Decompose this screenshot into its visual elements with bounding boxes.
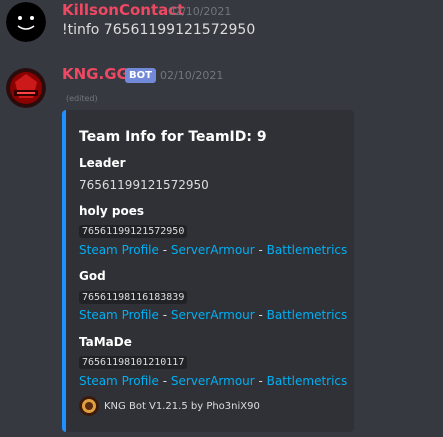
- kng-bot-footer-icon: [79, 396, 99, 416]
- message-content: !tinfo 76561199121572950: [62, 22, 256, 38]
- member-links: Steam Profile - ServerArmour - Battlemet…: [79, 374, 347, 388]
- member-steamid: 76561199121572950: [79, 225, 188, 238]
- bot-avatar-icon[interactable]: [6, 68, 46, 108]
- serverarmour-link[interactable]: ServerArmour: [171, 243, 255, 257]
- steam-profile-link[interactable]: Steam Profile: [79, 374, 159, 388]
- embed-accent-bar: [62, 110, 66, 432]
- bot-badge: BOT: [125, 68, 156, 83]
- member-steamid: 76561198101210117: [79, 356, 188, 369]
- link-separator: -: [254, 374, 267, 388]
- member-name: holy poes: [79, 204, 145, 218]
- team-info-embed: Team Info for TeamID: 9 Leader 765611991…: [62, 110, 354, 432]
- message-author[interactable]: KillsonContact: [62, 1, 184, 19]
- field-value-leader: 76561199121572950: [79, 178, 209, 192]
- serverarmour-link[interactable]: ServerArmour: [171, 374, 255, 388]
- user-avatar-icon[interactable]: [6, 2, 46, 42]
- link-separator: -: [254, 243, 267, 257]
- battlemetrics-link[interactable]: Battlemetrics: [267, 374, 348, 388]
- embed-title: Team Info for TeamID: 9: [79, 129, 267, 145]
- link-separator: -: [158, 243, 171, 257]
- link-separator: -: [158, 374, 171, 388]
- steam-profile-link[interactable]: Steam Profile: [79, 308, 159, 322]
- steam-profile-link[interactable]: Steam Profile: [79, 243, 159, 257]
- link-separator: -: [158, 308, 171, 322]
- battlemetrics-link[interactable]: Battlemetrics: [267, 243, 348, 257]
- member-name: God: [79, 269, 106, 283]
- member-links: Steam Profile - ServerArmour - Battlemet…: [79, 308, 347, 322]
- embed-footer-text: KNG Bot V1.21.5 by Pho3niX90: [104, 401, 260, 412]
- field-name-leader: Leader: [79, 156, 126, 170]
- battlemetrics-link[interactable]: Battlemetrics: [267, 308, 348, 322]
- message-author[interactable]: KNG.GG: [62, 65, 129, 83]
- serverarmour-link[interactable]: ServerArmour: [171, 308, 255, 322]
- edited-label: (edited): [66, 94, 98, 103]
- member-name: TaMaDe: [79, 335, 132, 349]
- link-separator: -: [254, 308, 267, 322]
- message-timestamp: 02/10/2021: [160, 69, 224, 82]
- member-steamid: 76561198116183839: [79, 291, 188, 304]
- message-timestamp: 02/10/2021: [168, 5, 232, 18]
- member-links: Steam Profile - ServerArmour - Battlemet…: [79, 243, 347, 257]
